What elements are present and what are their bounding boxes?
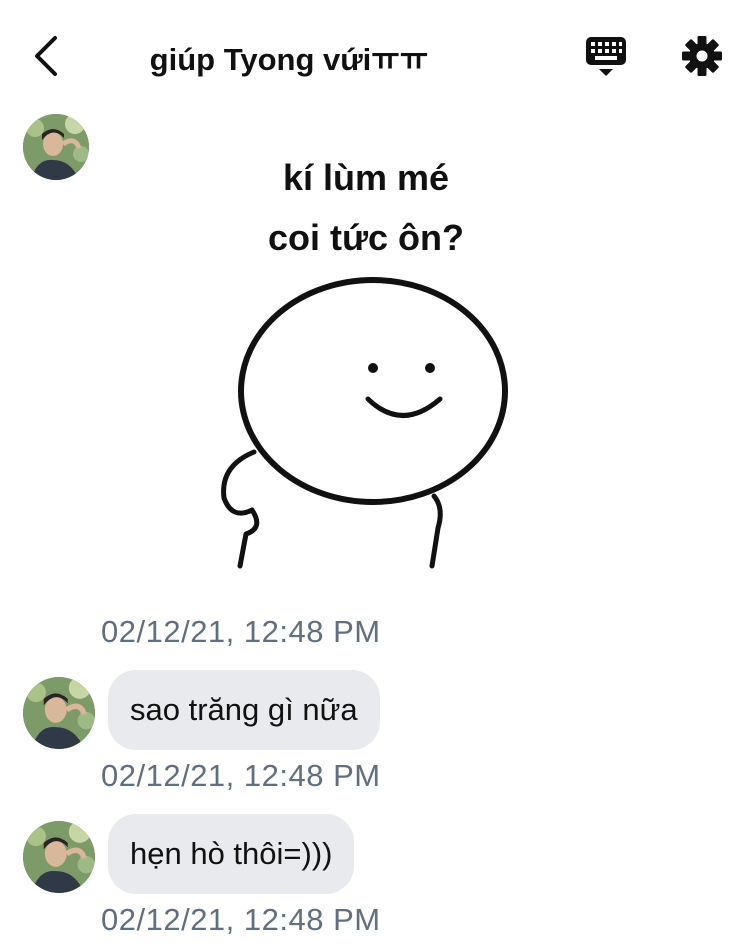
conversation-title: giúp Tyong vứiㅠㅠ [149, 42, 429, 77]
avatar-photo-icon [23, 677, 95, 749]
gear-icon [682, 36, 722, 76]
sender-avatar[interactable] [23, 821, 95, 893]
message-bubble[interactable]: hẹn hò thôi=))) [108, 814, 355, 894]
sticker-message[interactable]: kí lùm mé coi tức ôn? [206, 136, 526, 576]
keyboard-button[interactable] [582, 34, 630, 80]
sender-avatar[interactable] [23, 677, 95, 749]
message-bubble[interactable]: sao trăng gì nữa [108, 670, 380, 750]
sticker-caption-line2: coi tức ôn? [268, 217, 464, 258]
chevron-left-icon [35, 36, 57, 76]
avatar-photo-icon [23, 114, 89, 180]
sticker-caption-line1: kí lùm mé [283, 157, 449, 198]
message-text: hẹn hò thôi=))) [130, 836, 333, 871]
smiley-sticker-icon: kí lùm mé coi tức ôn? [221, 157, 508, 569]
sender-avatar[interactable] [23, 114, 89, 180]
avatar-photo-icon [23, 821, 95, 893]
back-button[interactable] [22, 32, 70, 80]
settings-button[interactable] [678, 32, 726, 80]
message-text: sao trăng gì nữa [130, 692, 358, 727]
conversation-header: giúp Tyong vứiㅠㅠ [0, 0, 750, 100]
message-timestamp: 02/12/21, 12:48 PM [101, 758, 381, 793]
message-timestamp: 02/12/21, 12:48 PM [101, 902, 381, 937]
message-timestamp: 02/12/21, 12:48 PM [101, 614, 381, 649]
keyboard-icon [586, 37, 626, 76]
